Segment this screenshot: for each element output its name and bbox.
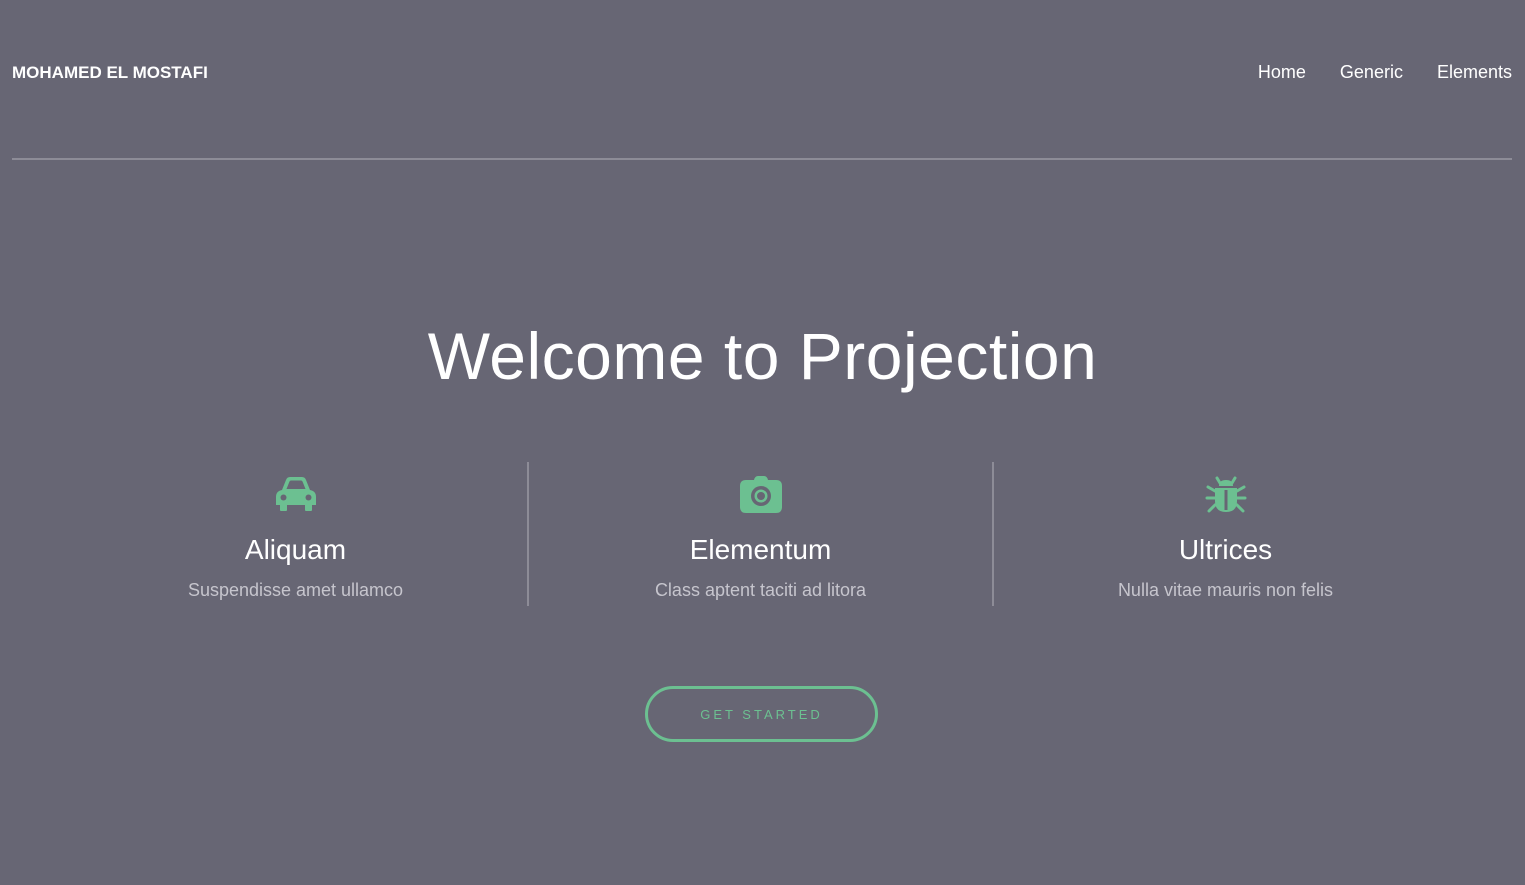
feature-ultrices: Ultrices Nulla vitae mauris non felis: [992, 462, 1457, 606]
feature-title: Elementum: [689, 534, 832, 565]
feature-title: Ultrices: [1178, 534, 1273, 565]
feature-aliquam: Aliquam Suspendisse amet ullamco: [64, 462, 527, 606]
feature-description: Class aptent taciti ad litora: [654, 580, 867, 600]
get-started-button[interactable]: GET STARTED: [645, 686, 878, 742]
site-brand[interactable]: MOHAMED EL MOSTAFI: [12, 63, 208, 83]
hero-title: Welcome to Projection: [427, 319, 1098, 393]
site-header: MOHAMED EL MOSTAFI Home Generic Elements: [12, 0, 1512, 160]
feature-elementum: Elementum Class aptent taciti ad litora: [527, 462, 992, 606]
main-nav: Home Generic Elements: [1258, 62, 1512, 83]
features-section: Aliquam Suspendisse amet ullamco Element…: [64, 462, 1457, 606]
nav-item-generic[interactable]: Generic: [1340, 62, 1403, 83]
nav-item-home[interactable]: Home: [1258, 62, 1306, 83]
nav-item-elements[interactable]: Elements: [1437, 62, 1512, 83]
camera-icon: [737, 474, 785, 514]
feature-description: Nulla vitae mauris non felis: [1117, 580, 1334, 600]
car-icon: [272, 474, 320, 514]
bug-icon: [1202, 474, 1250, 514]
feature-description: Suspendisse amet ullamco: [187, 580, 404, 600]
feature-title: Aliquam: [244, 534, 347, 565]
